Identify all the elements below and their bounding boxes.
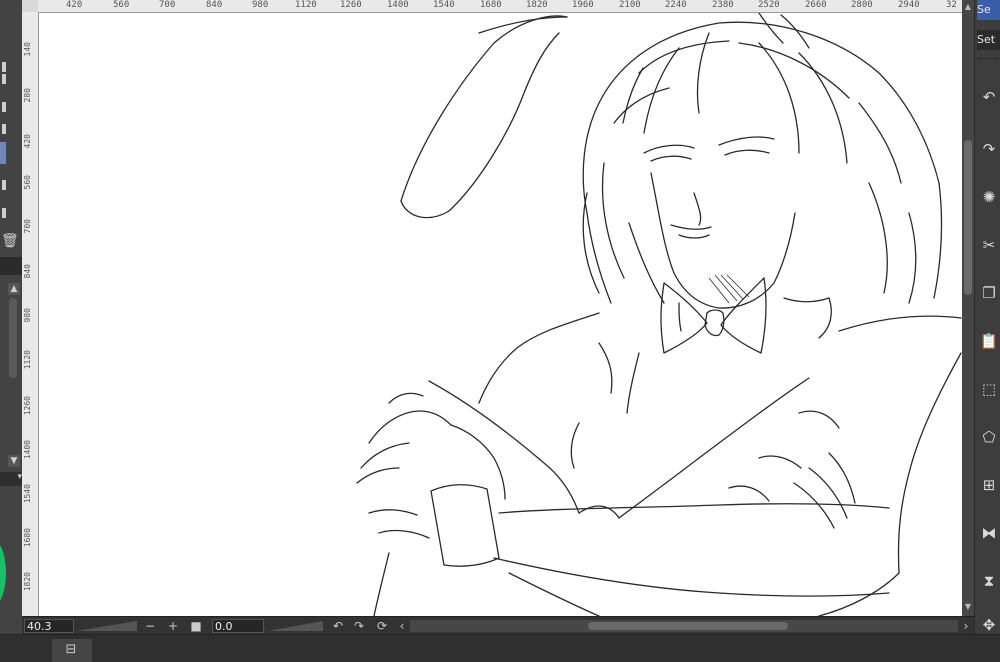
ruler-label: 420 [66, 0, 83, 10]
rotation-angle-input[interactable]: 0.0 [212, 619, 264, 633]
vertical-scrollbar[interactable]: ▲ ▼ [962, 0, 974, 616]
flip-vertical-icon[interactable]: ⧗ [979, 570, 999, 592]
scroll-left-icon[interactable]: ‹ [394, 618, 410, 634]
line-art-sketch [356, 13, 962, 616]
horizontal-scrollbar[interactable] [410, 620, 958, 632]
drawing-canvas[interactable] [39, 13, 962, 616]
flip-horizontal-icon[interactable]: ⧓ [979, 522, 999, 544]
layer-indicator[interactable] [2, 180, 6, 190]
ruler-label: 1400 [23, 440, 32, 460]
move-icon[interactable]: ✥ [979, 614, 999, 636]
scroll-down-icon[interactable]: ▼ [963, 602, 973, 612]
transform-icon[interactable]: ⬚ [979, 378, 999, 400]
ruler-label: 1680 [23, 528, 32, 548]
layer-indicator[interactable] [2, 124, 6, 134]
ruler-label: 1820 [526, 0, 548, 10]
trash-icon[interactable]: 🗑 [1, 232, 19, 250]
scroll-right-icon[interactable]: › [958, 618, 974, 634]
layer-scrollbar[interactable] [9, 298, 17, 378]
settings-tab-secondary[interactable]: Set [977, 30, 1000, 50]
ruler-label: 1120 [295, 0, 317, 10]
ruler-label: 2660 [805, 0, 827, 10]
scroll-up-icon[interactable]: ▲ [8, 283, 20, 295]
ruler-label: 32 [946, 0, 957, 10]
right-tool-panel: Se Set ↶ ↷ ✺ ✂ ❐ 📋 ⬚ ⬠ ⊞ ⧓ ⧗ ✥ [974, 0, 1000, 661]
zoom-out-button[interactable]: − [142, 618, 158, 634]
ruler-label: 1540 [23, 484, 32, 504]
mesh-icon[interactable]: ⊞ [979, 474, 999, 496]
layer-indicator[interactable] [2, 74, 6, 84]
canvas-status-bar: 40.3 − + ■ 0.0 ↶ ↷ ⟳ ‹ › [22, 616, 974, 635]
ruler-label: 560 [23, 175, 32, 190]
ruler-label: 140 [23, 42, 32, 57]
horizontal-ruler: 420 560 700 840 980 1120 1260 1400 1540 … [38, 0, 962, 13]
layer-panel-footer [0, 257, 22, 275]
bottom-bar: ⊟ [0, 634, 1000, 662]
vertical-ruler: 140 280 420 560 700 840 980 1120 1260 14… [22, 12, 39, 616]
ruler-label: 2240 [665, 0, 687, 10]
ruler-label: 1260 [23, 396, 32, 416]
ruler-label: 2520 [758, 0, 780, 10]
layer-indicator[interactable] [2, 102, 6, 112]
cut-icon[interactable]: ✂ [979, 234, 999, 256]
rotate-right-button[interactable]: ↷ [351, 618, 367, 634]
free-transform-icon[interactable]: ⬠ [979, 426, 999, 448]
ruler-label: 700 [23, 219, 32, 234]
rotation-slider[interactable] [268, 621, 323, 631]
ruler-label: 1260 [340, 0, 362, 10]
layer-property-icon[interactable]: ⊟ [62, 641, 80, 659]
ruler-label: 1680 [480, 0, 502, 10]
zoom-input[interactable]: 40.3 [24, 619, 74, 633]
layer-selected-indicator[interactable] [0, 142, 6, 164]
redo-icon[interactable]: ↷ [979, 138, 999, 160]
settings-tab[interactable]: Se [977, 0, 1000, 20]
ruler-label: 420 [23, 134, 32, 149]
copy-icon[interactable]: ❐ [979, 282, 999, 304]
vertical-scroll-thumb[interactable] [964, 140, 972, 295]
ruler-label: 1820 [23, 572, 32, 592]
ruler-label: 2100 [619, 0, 641, 10]
horizontal-scroll-thumb[interactable] [588, 622, 788, 630]
color-wheel[interactable] [0, 540, 6, 606]
ruler-label: 1400 [387, 0, 409, 10]
ruler-label: 2800 [851, 0, 873, 10]
fit-to-window-button[interactable]: ■ [188, 618, 204, 634]
ruler-label: 2380 [712, 0, 734, 10]
ruler-label: 1540 [433, 0, 455, 10]
ruler-label: 1120 [23, 350, 32, 370]
paste-icon[interactable]: 📋 [979, 330, 999, 352]
left-tool-strip: 🗑 ▲ ▼ ▾ [0, 0, 23, 661]
ruler-label: 980 [23, 308, 32, 323]
ruler-label: 280 [23, 88, 32, 103]
ruler-label: 980 [252, 0, 269, 10]
layer-indicator[interactable] [2, 208, 6, 218]
divider [977, 58, 999, 59]
zoom-in-button[interactable]: + [165, 618, 181, 634]
layer-indicator[interactable] [2, 62, 6, 72]
loading-icon[interactable]: ✺ [979, 186, 999, 208]
ruler-label: 560 [113, 0, 130, 10]
ruler-label: 1960 [572, 0, 594, 10]
undo-icon[interactable]: ↶ [979, 86, 999, 108]
scroll-up-icon[interactable]: ▲ [963, 2, 973, 12]
rotate-left-button[interactable]: ↶ [330, 618, 346, 634]
ruler-label: 2940 [898, 0, 920, 10]
ruler-label: 840 [23, 264, 32, 279]
zoom-slider[interactable] [77, 621, 137, 631]
scroll-down-icon[interactable]: ▼ [8, 455, 20, 467]
dropdown-icon[interactable]: ▾ [0, 472, 22, 486]
reset-rotation-button[interactable]: ⟳ [374, 618, 390, 634]
ruler-label: 700 [159, 0, 176, 10]
ruler-label: 840 [206, 0, 223, 10]
